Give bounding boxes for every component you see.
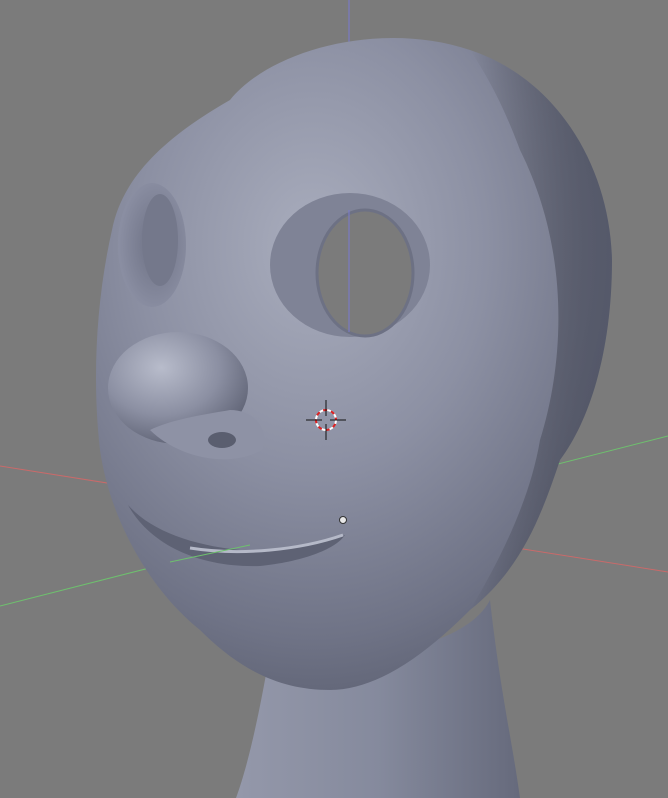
left-eye-hole bbox=[142, 194, 178, 286]
object-origin-icon[interactable] bbox=[339, 516, 347, 524]
viewport-canvas[interactable] bbox=[0, 0, 668, 798]
nostril bbox=[208, 432, 236, 448]
3d-viewport[interactable] bbox=[0, 0, 668, 798]
right-eye-hole bbox=[315, 208, 415, 338]
